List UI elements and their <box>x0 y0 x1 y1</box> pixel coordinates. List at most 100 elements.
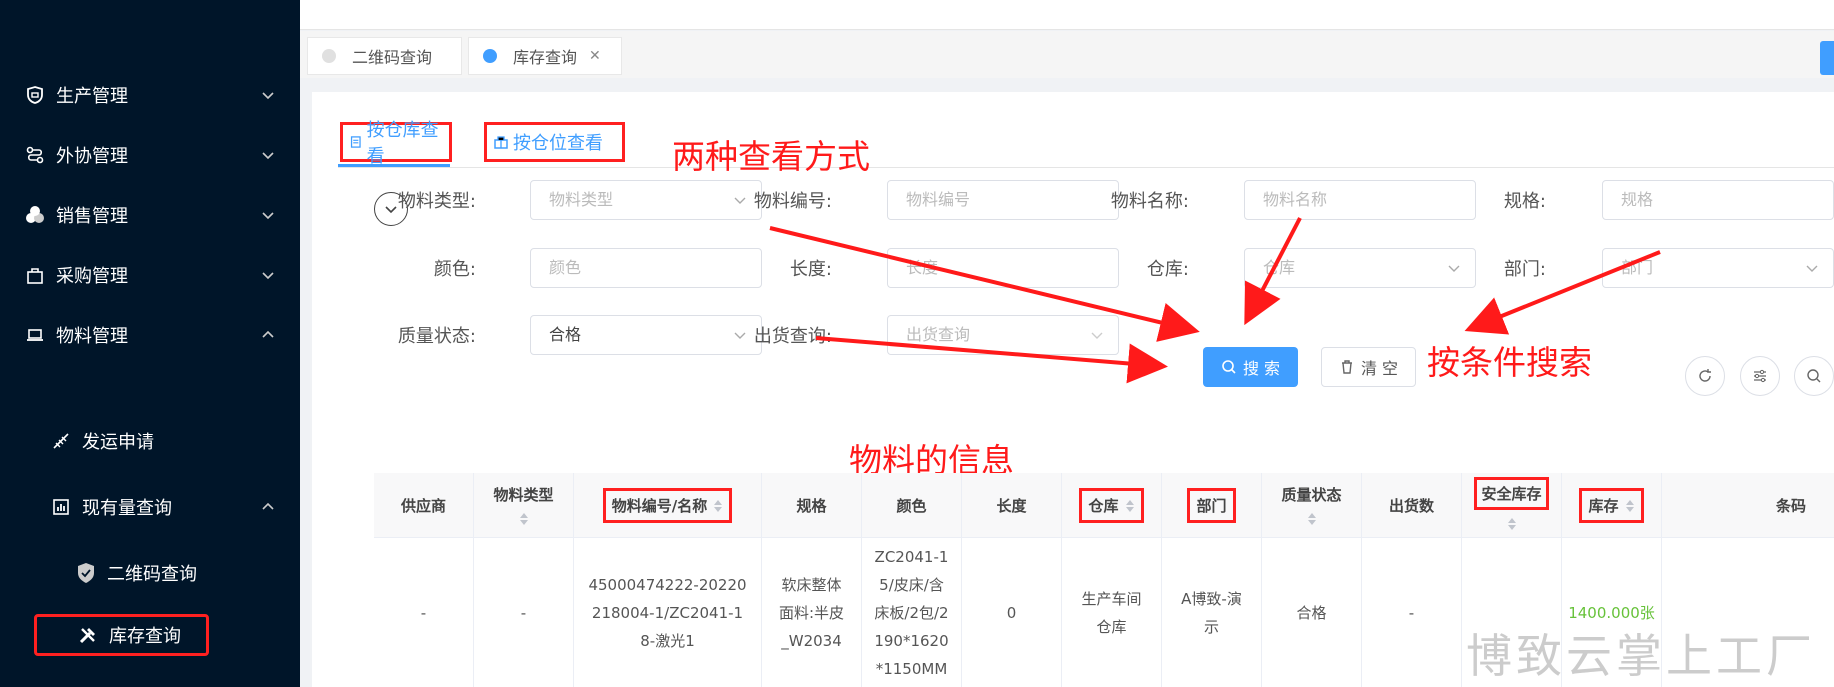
column-header-quality[interactable]: 质量状态 <box>1262 473 1362 538</box>
spec-input[interactable]: 规格 <box>1602 180 1834 220</box>
column-header-material-code[interactable]: 物料编号/名称 <box>574 473 762 538</box>
column-header-color: 颜色 <box>862 473 962 538</box>
column-header-length: 长度 <box>962 473 1062 538</box>
chevron-up-icon <box>262 502 274 510</box>
shield-icon <box>24 84 46 106</box>
tab-by-warehouse[interactable]: 按仓库查看 <box>340 120 452 167</box>
tab-by-location[interactable]: 按仓位查看 <box>484 122 625 162</box>
sidebar-item-label: 二维码查询 <box>107 564 197 585</box>
file-icon <box>350 136 361 148</box>
bag-icon <box>24 264 46 286</box>
cell-quality: 合格 <box>1262 538 1362 687</box>
sort-icon <box>1125 500 1134 512</box>
route-icon <box>24 144 46 166</box>
sidebar-item-stock-query[interactable]: 现有量查询 <box>0 482 300 532</box>
column-header-warehouse[interactable]: 仓库 <box>1062 473 1162 538</box>
column-header-safety-stock[interactable]: 安全库存 <box>1462 473 1562 538</box>
cell-warehouse: 生产车间仓库 <box>1062 538 1162 687</box>
column-settings-button[interactable] <box>1740 356 1780 396</box>
sidebar-item-label: 发运申请 <box>82 432 154 453</box>
annotation-view-modes: 两种查看方式 <box>672 137 870 176</box>
column-header-barcode: 条码 <box>1662 473 1834 538</box>
sidebar-item-inventory-query[interactable]: 库存查询 <box>34 614 209 656</box>
column-header-supplier: 供应商 <box>374 473 474 538</box>
search-button[interactable]: 搜 索 <box>1203 347 1298 387</box>
cell-department: A博致-演示 <box>1162 538 1262 687</box>
sidebar-item-purchasing[interactable]: 采购管理 <box>0 250 300 300</box>
sidebar: 生产管理 外协管理 销售管理 采购管理 物料管理 发运申请 现有量查询 二维码查… <box>0 0 300 687</box>
cell-supplier: - <box>374 538 474 687</box>
sidebar-item-shipping-request[interactable]: 发运申请 <box>0 416 300 466</box>
main-panel: 按仓库查看 按仓位查看 两种查看方式 按条件搜索 物料的信息 物料类型: 物料类… <box>312 92 1834 687</box>
chevron-down-icon <box>262 152 274 160</box>
sidebar-item-label: 销售管理 <box>56 206 128 227</box>
sort-icon <box>519 512 528 525</box>
sort-icon <box>1507 518 1516 530</box>
filter-label-warehouse: 仓库: <box>1146 259 1189 280</box>
clear-button[interactable]: 清 空 <box>1321 347 1416 387</box>
tools-icon <box>77 624 99 646</box>
trash-icon <box>1341 360 1352 374</box>
sidebar-item-sales[interactable]: 销售管理 <box>0 190 300 240</box>
cell-color: ZC2041-15/皮床/含床板/2包/2190*1620*1150MM <box>862 538 962 687</box>
filter-label-shipment: 出货查询: <box>753 326 832 347</box>
chart-icon <box>50 496 72 518</box>
chevron-down-icon <box>262 92 274 100</box>
sidebar-item-label: 生产管理 <box>56 86 128 107</box>
shield-check-icon <box>75 562 97 584</box>
column-header-material-type[interactable]: 物料类型 <box>474 473 574 538</box>
sort-icon <box>1307 512 1316 525</box>
tab-label: 按仓位查看 <box>513 133 603 154</box>
filter-label-color: 颜色: <box>433 259 476 280</box>
column-header-stock[interactable]: 库存 <box>1562 473 1662 538</box>
sort-icon <box>714 500 723 512</box>
column-header-department: 部门 <box>1162 473 1262 538</box>
close-icon[interactable]: ✕ <box>589 48 601 64</box>
coins-icon <box>24 204 46 226</box>
filter-label-material-code: 物料编号: <box>753 191 832 212</box>
refresh-button[interactable] <box>1685 356 1725 396</box>
cell-shipped: - <box>1362 538 1462 687</box>
filter-label-quality: 质量状态: <box>397 326 476 347</box>
tabs-bar: 二维码查询 库存查询 ✕ <box>300 31 1834 78</box>
sort-icon <box>1625 500 1634 512</box>
tabs-scroll-button[interactable] <box>1820 41 1834 75</box>
watermark: 博致云掌上工厂 <box>1466 629 1816 683</box>
chevron-up-icon <box>262 330 274 338</box>
filter-label-spec: 规格: <box>1503 191 1546 212</box>
tab-qrcode-query[interactable]: 二维码查询 <box>307 37 462 75</box>
filter-label-department: 部门: <box>1503 259 1546 280</box>
column-header-shipped: 出货数 <box>1362 473 1462 538</box>
tab-label: 二维码查询 <box>352 48 433 67</box>
shipment-query-select[interactable]: 出货查询 <box>887 315 1119 355</box>
tab-status-dot <box>483 49 497 63</box>
tab-inventory-query[interactable]: 库存查询 ✕ <box>468 37 622 75</box>
sidebar-item-outsourcing[interactable]: 外协管理 <box>0 130 300 180</box>
sidebar-item-label: 物料管理 <box>56 326 128 347</box>
sidebar-item-qrcode-query[interactable]: 二维码查询 <box>0 548 300 598</box>
cell-spec: 软床整体面料:半皮_W2034 <box>762 538 862 687</box>
sidebar-item-label: 采购管理 <box>56 266 128 287</box>
box-icon <box>494 136 508 149</box>
sidebar-item-production[interactable]: 生产管理 <box>0 70 300 120</box>
tab-status-dot <box>322 49 336 63</box>
cell-material-type: - <box>474 538 574 687</box>
filter-label-length: 长度: <box>789 259 832 280</box>
chevron-down-icon <box>1091 332 1103 339</box>
filter-label-material-type: 物料类型: <box>397 191 476 212</box>
ship-icon <box>50 430 72 452</box>
annotation-search: 按条件搜索 <box>1427 343 1592 382</box>
refresh-icon <box>1699 369 1711 382</box>
department-select[interactable]: 部门 <box>1602 248 1834 288</box>
laptop-icon <box>24 324 46 346</box>
toggle-search-button[interactable] <box>1794 356 1834 396</box>
sidebar-item-label: 现有量查询 <box>82 498 172 519</box>
cell-material-code: 45000474222-20220218004-1/ZC2041-18-激光1 <box>574 538 762 687</box>
tab-divider <box>338 167 1834 168</box>
sidebar-item-label: 库存查询 <box>109 626 181 647</box>
search-icon <box>1807 369 1821 383</box>
sidebar-item-materials[interactable]: 物料管理 <box>0 310 300 360</box>
column-header-spec: 规格 <box>762 473 862 538</box>
search-icon <box>1222 360 1236 374</box>
cell-length: 0 <box>962 538 1062 687</box>
